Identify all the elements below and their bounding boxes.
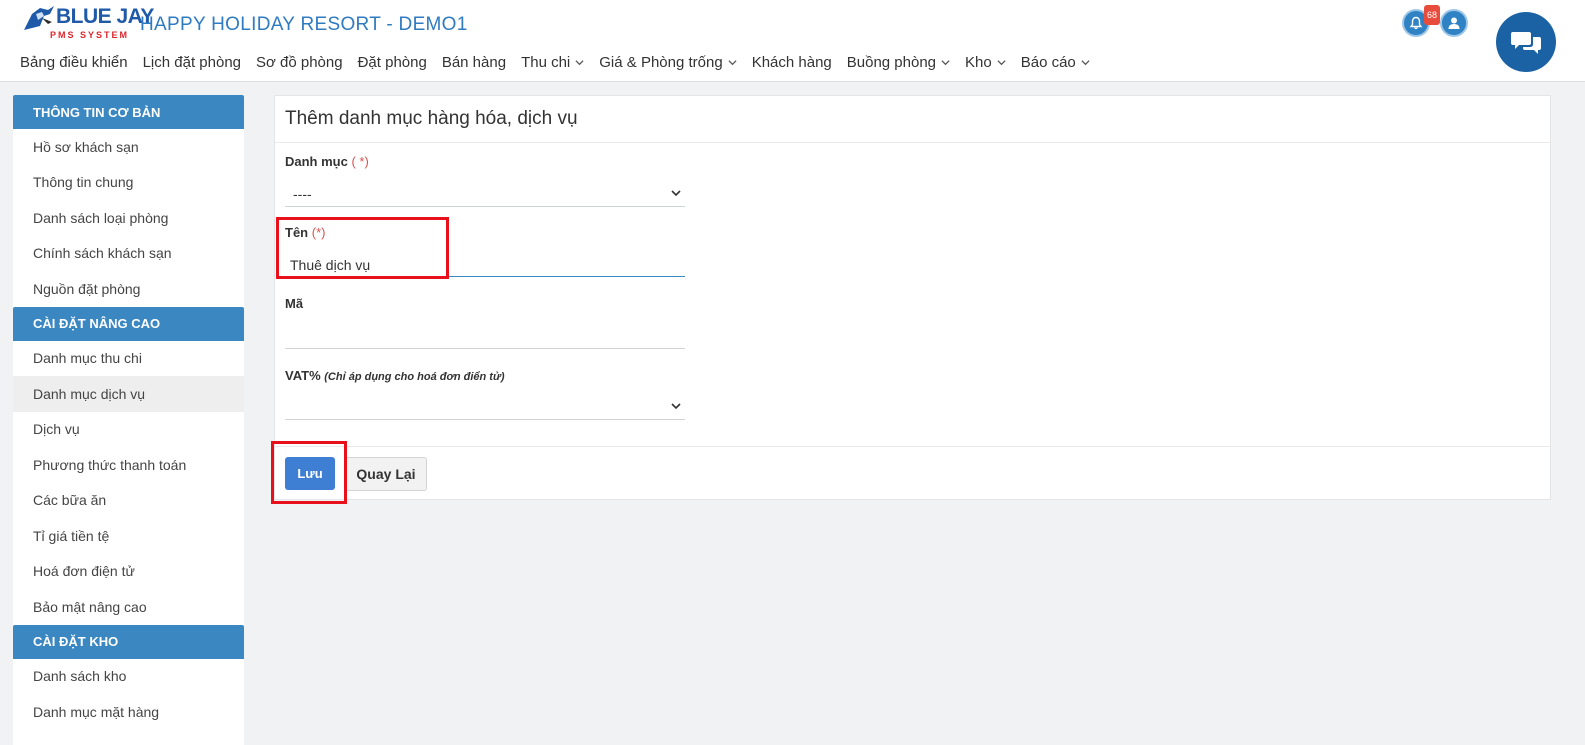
chevron-down-icon [997, 60, 1006, 66]
top-header: BLUE JAY PMS SYSTEM HAPPY HOLIDAY RESORT… [0, 0, 1585, 82]
nav-item-label: Sơ đồ phòng [256, 54, 343, 71]
nav-item[interactable]: Giá & Phòng trống [599, 54, 737, 71]
chevron-down-icon [671, 190, 681, 197]
bell-icon [1409, 16, 1423, 30]
sidebar-item[interactable]: Bảo mật nâng cao [13, 589, 244, 625]
nav-item[interactable]: Bán hàng [442, 54, 506, 71]
divider [275, 142, 1550, 143]
sidebar-item[interactable]: Danh mục mặt hàng [13, 694, 244, 730]
category-select[interactable]: ---- [285, 177, 685, 207]
nav-item-label: Giá & Phòng trống [599, 54, 723, 71]
logo-subtitle: PMS SYSTEM [50, 30, 130, 40]
sidebar-section-header: CÀI ĐẶT NÂNG CAO [13, 306, 244, 341]
chat-icon [1511, 32, 1541, 54]
sidebar-item[interactable]: Danh sách kho [13, 659, 244, 695]
vat-select[interactable] [285, 390, 685, 420]
sidebar-item[interactable]: Danh sách loại phòng [13, 200, 244, 236]
sidebar-item[interactable]: Thông tin chung [13, 165, 244, 201]
nav-item[interactable]: Buồng phòng [847, 54, 950, 71]
category-label: Danh mục ( *) [285, 154, 369, 169]
nav-item-label: Đặt phòng [357, 54, 427, 71]
nav-item-label: Lịch đặt phòng [142, 54, 242, 71]
category-label-text: Danh mục [285, 154, 348, 169]
user-button[interactable] [1440, 9, 1468, 37]
main-nav: Bảng điều khiển Lịch đặt phòng Sơ đồ phòng… [20, 54, 1105, 71]
sidebar-item[interactable]: Hồ sơ khách sạn [13, 129, 244, 165]
add-category-form: Thêm danh mục hàng hóa, dịch vụ Danh mục… [274, 95, 1551, 500]
sidebar-section-header: CÀI ĐẶT KHO [13, 624, 244, 659]
chevron-down-icon [575, 60, 584, 66]
nav-item[interactable]: Báo cáo [1021, 54, 1090, 71]
sidebar-item[interactable]: Chính sách khách sạn [13, 236, 244, 272]
vat-label: VAT% (Chỉ áp dụng cho hoá đơn điển tử) [285, 368, 504, 383]
code-label: Mã [285, 296, 304, 311]
required-marker: ( *) [351, 154, 369, 169]
nav-item-label: Kho [965, 54, 992, 71]
code-input[interactable] [285, 319, 685, 349]
highlight-name-field [276, 217, 449, 279]
vat-hint: (Chỉ áp dụng cho hoá đơn điển tử) [324, 371, 505, 383]
app-title: HAPPY HOLIDAY RESORT - DEMO1 [140, 14, 468, 35]
nav-item-label: Buồng phòng [846, 54, 937, 71]
sidebar-item[interactable]: Dịch vụ [13, 412, 244, 448]
nav-item[interactable]: Bảng điều khiển [20, 54, 128, 71]
nav-item[interactable]: Lịch đặt phòng [143, 54, 241, 71]
nav-item-label: Bán hàng [441, 54, 507, 71]
sidebar-item[interactable]: Phương thức thanh toán [13, 447, 244, 483]
nav-item[interactable]: Đặt phòng [358, 54, 427, 71]
logo[interactable]: BLUE JAY PMS SYSTEM [22, 4, 154, 42]
chevron-down-icon [671, 403, 681, 410]
sidebar-item[interactable]: Tỉ giá tiền tệ [13, 518, 244, 554]
nav-item-label: Khách hàng [751, 54, 832, 71]
back-button[interactable]: Quay Lại [345, 457, 427, 491]
form-title: Thêm danh mục hàng hóa, dịch vụ [285, 108, 578, 129]
sidebar-item[interactable]: Danh mục dịch vụ [13, 376, 244, 412]
nav-item-label: Bảng điều khiển [20, 54, 128, 71]
user-icon [1448, 17, 1460, 29]
notification-badge: 68 [1424, 5, 1440, 25]
nav-item[interactable]: Khách hàng [752, 54, 832, 71]
sidebar-item[interactable]: Danh mục thu chi [13, 341, 244, 377]
chevron-down-icon [941, 60, 950, 66]
nav-item-label: Báo cáo [1020, 54, 1076, 71]
sidebar-section-header: THÔNG TIN CƠ BẢN [13, 95, 244, 129]
nav-item[interactable]: Sơ đồ phòng [256, 54, 343, 71]
vat-label-text: VAT% [285, 368, 321, 383]
settings-sidebar: THÔNG TIN CƠ BẢN Hồ sơ khách sạn Thông tin… [13, 95, 244, 745]
nav-item-label: Thu chi [521, 54, 571, 71]
sidebar-item[interactable]: Các bữa ăn [13, 483, 244, 519]
form-footer-divider [275, 446, 1550, 447]
chevron-down-icon [1081, 60, 1090, 66]
nav-item[interactable]: Kho [965, 54, 1006, 71]
nav-item[interactable]: Thu chi [521, 54, 584, 71]
highlight-save-button [271, 441, 347, 504]
sidebar-item[interactable]: Hoá đơn điện tử [13, 554, 244, 590]
category-select-value: ---- [293, 186, 312, 202]
sidebar-item[interactable]: Nguồn đặt phòng [13, 271, 244, 307]
chat-button[interactable] [1496, 12, 1556, 72]
chevron-down-icon [728, 60, 737, 66]
